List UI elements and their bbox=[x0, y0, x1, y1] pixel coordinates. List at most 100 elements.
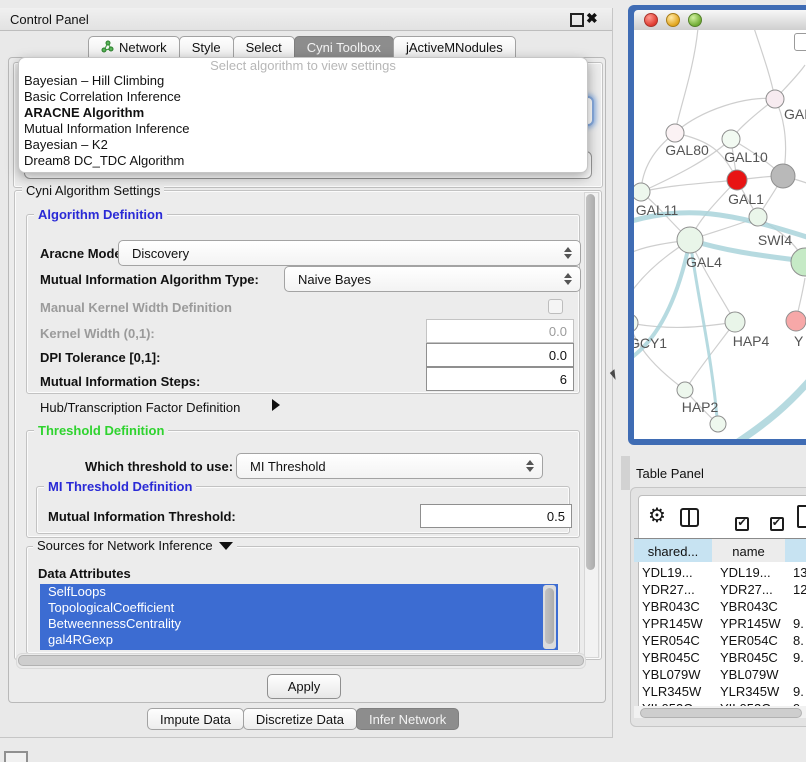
tab-network[interactable]: Network bbox=[88, 36, 180, 59]
network-edge bbox=[641, 180, 737, 192]
data-attributes-list: SelfLoopsTopologicalCoefficientBetweenne… bbox=[40, 584, 558, 650]
table-panel-title: Table Panel bbox=[636, 466, 704, 481]
network-node[interactable] bbox=[791, 248, 806, 276]
table-row[interactable]: YDR27...YDR27...12 bbox=[634, 581, 806, 598]
table-row[interactable]: YBR043CYBR043C bbox=[634, 598, 806, 615]
table-cell: YBL079W bbox=[634, 666, 712, 683]
which-threshold-combobox[interactable]: MI Threshold bbox=[236, 453, 543, 479]
algorithm-definition-title: Algorithm Definition bbox=[34, 207, 167, 222]
table-hscrollbar-thumb[interactable] bbox=[640, 708, 802, 718]
document-icon[interactable] bbox=[797, 505, 806, 528]
table-row[interactable]: YDL19...YDL19...13 bbox=[634, 564, 806, 581]
network-node[interactable] bbox=[710, 416, 726, 432]
network-node-gal11[interactable] bbox=[634, 183, 650, 201]
dpi-tolerance-field[interactable]: 0.0 bbox=[426, 343, 574, 367]
network-window-titlebar bbox=[634, 10, 806, 31]
column-split-icon[interactable] bbox=[680, 508, 699, 527]
network-node-gal10[interactable] bbox=[722, 130, 740, 148]
checked-checkbox-icon[interactable] bbox=[735, 517, 749, 531]
table-cell bbox=[785, 666, 806, 683]
network-node-hap2[interactable] bbox=[677, 382, 693, 398]
network-node-gcy1[interactable] bbox=[634, 314, 638, 332]
checked-checkbox-icon[interactable] bbox=[770, 517, 784, 531]
gear-icon[interactable]: ⚙ bbox=[648, 506, 666, 526]
network-node-label: HAP2 bbox=[682, 399, 719, 415]
table-cell: YBR043C bbox=[634, 598, 712, 615]
tab-cyni-toolbox[interactable]: Cyni Toolbox bbox=[294, 36, 394, 59]
algorithm-option-basic-correlation-inference[interactable]: Basic Correlation Inference bbox=[19, 89, 587, 105]
table-cell: YBR043C bbox=[712, 598, 785, 615]
minimize-window-icon[interactable] bbox=[666, 13, 680, 27]
mi-steps-field[interactable]: 6 bbox=[426, 367, 574, 391]
attribute-list-scrollbar-thumb[interactable] bbox=[545, 588, 554, 644]
sources-group-title: Sources for Network Inference bbox=[37, 538, 213, 553]
manual-kernel-checkbox bbox=[548, 299, 563, 314]
aracne-mode-value: Discovery bbox=[132, 246, 189, 261]
attribute-item-betweennesscentrality[interactable]: BetweennessCentrality bbox=[40, 616, 558, 632]
table-row[interactable]: YBR045CYBR045C9. bbox=[634, 649, 806, 666]
close-window-icon[interactable] bbox=[644, 13, 658, 27]
column-header-2[interactable] bbox=[785, 538, 806, 562]
tab-select[interactable]: Select bbox=[233, 36, 295, 59]
tab-discretize-data[interactable]: Discretize Data bbox=[243, 708, 357, 730]
column-header-shared-[interactable]: shared... bbox=[634, 538, 713, 562]
minimized-panel-icon[interactable] bbox=[4, 751, 28, 762]
algorithm-option-bayesian-k2[interactable]: Bayesian – K2 bbox=[19, 137, 587, 153]
network-node-y[interactable] bbox=[786, 311, 806, 331]
algorithm-option-mutual-information-inference[interactable]: Mutual Information Inference bbox=[19, 121, 587, 137]
network-node-gal[interactable] bbox=[766, 90, 784, 108]
control-panel-titlebar: Control Panel bbox=[0, 8, 612, 31]
network-node-label: GAL10 bbox=[724, 149, 768, 165]
table-row[interactable]: YPR145WYPR145W9. bbox=[634, 615, 806, 632]
mi-threshold-field[interactable]: 0.5 bbox=[420, 504, 572, 528]
table-row[interactable]: YER054CYER054C8. bbox=[634, 632, 806, 649]
attribute-item-selfloops[interactable]: SelfLoops bbox=[40, 584, 558, 600]
apply-button[interactable]: Apply bbox=[267, 674, 341, 699]
bottom-tabs: Impute Data Discretize DataInfer Network bbox=[147, 708, 458, 730]
attribute-item-topologicalcoefficient[interactable]: TopologicalCoefficient bbox=[40, 600, 558, 616]
which-threshold-value: MI Threshold bbox=[250, 459, 326, 474]
network-canvas[interactable]: GALGAL80GAL10GAL1GAL11SWI4GAL4GCY1HAP4YH… bbox=[634, 30, 806, 439]
network-edge bbox=[675, 98, 775, 133]
network-edge bbox=[675, 30, 698, 133]
tab-jactivemnodules[interactable]: jActiveMNodules bbox=[393, 36, 516, 59]
expand-arrow-icon[interactable] bbox=[272, 399, 280, 411]
algorithm-option-bayesian-hill-climbing[interactable]: Bayesian – Hill Climbing bbox=[19, 73, 587, 89]
mi-algorithm-type-value: Naive Bayes bbox=[298, 272, 371, 287]
table-row[interactable]: YLR345WYLR345W9. bbox=[634, 683, 806, 700]
algorithm-option-dream8-dc-tdc-algorithm[interactable]: Dream8 DC_TDC Algorithm bbox=[19, 153, 587, 169]
kernel-width-label: Kernel Width (0,1): bbox=[40, 326, 155, 341]
network-node-gal1[interactable] bbox=[727, 170, 747, 190]
stepper-icon bbox=[526, 460, 534, 472]
network-node[interactable] bbox=[771, 164, 795, 188]
column-header-name[interactable]: name bbox=[712, 538, 786, 562]
zoom-window-icon[interactable] bbox=[688, 13, 702, 27]
network-node-label: HAP4 bbox=[733, 333, 770, 349]
float-panel-icon[interactable] bbox=[570, 13, 584, 27]
tab-infer-network[interactable]: Infer Network bbox=[356, 708, 459, 730]
mi-algorithm-type-combobox[interactable]: Naive Bayes bbox=[284, 266, 581, 292]
table-cell: 9. bbox=[785, 683, 806, 700]
network-node-label: GAL80 bbox=[665, 142, 709, 158]
close-panel-icon[interactable]: ✖ bbox=[586, 10, 598, 27]
network-node-hap4[interactable] bbox=[725, 312, 745, 332]
kernel-width-field: 0.0 bbox=[426, 319, 574, 343]
settings-hscrollbar-thumb[interactable] bbox=[18, 655, 584, 666]
table-rows: YDL19...YDL19...13YDR27...YDR27...12YBR0… bbox=[634, 564, 806, 706]
tab-impute-data[interactable]: Impute Data bbox=[147, 708, 244, 730]
tab-label: jActiveMNodules bbox=[406, 40, 503, 55]
table-cell: 8. bbox=[785, 632, 806, 649]
network-node-gal4[interactable] bbox=[677, 227, 703, 253]
aracne-mode-combobox[interactable]: Discovery bbox=[118, 240, 581, 266]
collapse-arrow-icon[interactable] bbox=[219, 542, 233, 550]
algorithm-option-aracne-algorithm[interactable]: ARACNE Algorithm bbox=[19, 105, 587, 121]
tab-style[interactable]: Style bbox=[179, 36, 234, 59]
tab-label: Impute Data bbox=[160, 712, 231, 727]
table-cell: 9. bbox=[785, 649, 806, 666]
network-node-swi4[interactable] bbox=[749, 208, 767, 226]
settings-scrollbar-thumb[interactable] bbox=[586, 194, 595, 570]
attribute-item-gal4rgexp[interactable]: gal4RGexp bbox=[40, 632, 558, 648]
table-row[interactable]: YBL079WYBL079W bbox=[634, 666, 806, 683]
control-panel-title: Control Panel bbox=[10, 12, 89, 27]
network-node-gal80[interactable] bbox=[666, 124, 684, 142]
